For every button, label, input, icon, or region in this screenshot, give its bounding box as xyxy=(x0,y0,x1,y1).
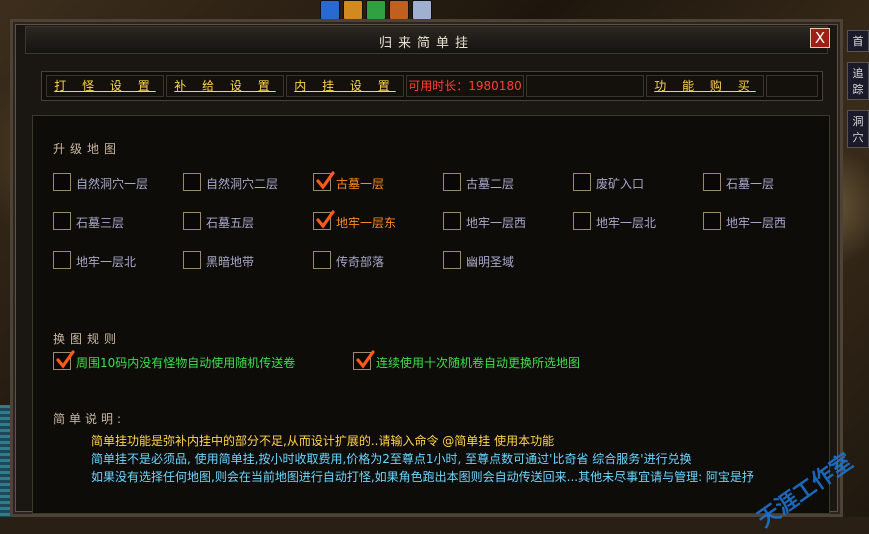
map-checkbox[interactable] xyxy=(443,251,461,269)
map-checkbox[interactable] xyxy=(573,173,591,191)
map-label[interactable]: 地牢一层北 xyxy=(596,214,656,231)
map-rules-title: 换图规则 xyxy=(53,332,122,346)
description-line-1: 简单挂功能是弥补内挂中的部分不足,从而设计扩展的..请输入命令 @简单挂 使用本… xyxy=(91,434,555,448)
rule-checkbox[interactable] xyxy=(353,350,375,370)
tab-bar: 打 怪 设 置 补 给 设 置 内 挂 设 置 可用时长：1980180 功 能… xyxy=(41,71,823,101)
map-label[interactable]: 自然洞穴二层 xyxy=(206,175,278,192)
rule-checkbox[interactable] xyxy=(53,350,75,370)
skill-icon-3[interactable] xyxy=(366,0,386,20)
hud-label-3: 洞穴 xyxy=(847,110,869,148)
map-checkbox[interactable] xyxy=(573,212,591,230)
map-label[interactable]: 黑暗地带 xyxy=(206,253,254,270)
checkmark-icon xyxy=(316,210,335,229)
tab-empty-2 xyxy=(766,75,818,97)
map-checkbox[interactable] xyxy=(313,251,331,269)
map-label[interactable]: 地牢一层西 xyxy=(726,214,786,231)
map-checkbox[interactable] xyxy=(443,212,461,230)
map-label[interactable]: 幽明圣域 xyxy=(466,253,514,270)
skill-icon-1[interactable] xyxy=(320,0,340,20)
map-label[interactable]: 石墓三层 xyxy=(76,214,124,231)
simple-hang-window: 归来简单挂 X 打 怪 设 置 补 给 设 置 内 挂 设 置 可用时长：198… xyxy=(10,19,843,517)
map-checkbox[interactable] xyxy=(313,171,335,191)
tab-internal-hang-settings[interactable]: 内 挂 设 置 xyxy=(286,75,404,97)
checkmark-icon xyxy=(316,171,335,190)
description-title: 简单说明: xyxy=(53,412,126,426)
checkmark-icon xyxy=(356,350,375,369)
map-label[interactable]: 古墓一层 xyxy=(336,175,384,192)
hud-label-2: 追踪 xyxy=(847,62,869,100)
map-label[interactable]: 地牢一层西 xyxy=(466,214,526,231)
tab-empty-1 xyxy=(526,75,644,97)
skill-icon-2[interactable] xyxy=(343,0,363,20)
skill-icon-4[interactable] xyxy=(389,0,409,20)
window-title: 归来简单挂 xyxy=(378,36,474,51)
map-label[interactable]: 古墓二层 xyxy=(466,175,514,192)
map-checkbox[interactable] xyxy=(53,212,71,230)
map-label[interactable]: 传奇部落 xyxy=(336,253,384,270)
map-checkbox[interactable] xyxy=(313,210,335,230)
description-line-2: 简单挂不是必须品, 使用简单挂,按小时收取费用,价格为2至尊点1小时, 至尊点数… xyxy=(91,452,692,466)
map-checkbox[interactable] xyxy=(53,173,71,191)
map-checkbox[interactable] xyxy=(183,251,201,269)
map-checkbox[interactable] xyxy=(703,212,721,230)
map-label[interactable]: 废矿入口 xyxy=(596,175,644,192)
map-label[interactable]: 地牢一层北 xyxy=(76,253,136,270)
tab-supply-settings[interactable]: 补 给 设 置 xyxy=(166,75,284,97)
skill-icon-5[interactable] xyxy=(412,0,432,20)
map-label[interactable]: 自然洞穴一层 xyxy=(76,175,148,192)
checkmark-icon xyxy=(56,350,75,369)
title-bar[interactable]: 归来简单挂 X xyxy=(25,26,830,54)
map-label[interactable]: 地牢一层东 xyxy=(336,214,396,231)
skill-bar xyxy=(320,0,432,20)
rule-label[interactable]: 周围10码内没有怪物自动使用随机传送卷 xyxy=(76,354,295,371)
map-label[interactable]: 石墓一层 xyxy=(726,175,774,192)
settings-panel: 升级地图 自然洞穴一层 自然洞穴二层 古墓一层 古墓二层 废矿入口 石墓一层石墓三层 石墓五… xyxy=(32,115,830,514)
rule-label[interactable]: 连续使用十次随机卷自动更换所选地图 xyxy=(376,354,580,371)
hud-label-1: 首 xyxy=(847,30,869,52)
right-side-hud: 首 追踪 洞穴 xyxy=(847,30,869,230)
map-checkbox[interactable] xyxy=(53,251,71,269)
map-checkbox[interactable] xyxy=(183,212,201,230)
available-time: 可用时长：1980180 xyxy=(406,75,524,97)
map-checkbox[interactable] xyxy=(183,173,201,191)
description-line-3: 如果没有选择任何地图,则会在当前地图进行自动打怪,如果角色跑出本图则会自动传送回… xyxy=(91,470,754,484)
map-label[interactable]: 石墓五层 xyxy=(206,214,254,231)
map-checkbox[interactable] xyxy=(443,173,461,191)
tab-feature-purchase[interactable]: 功 能 购 买 xyxy=(646,75,764,97)
upgrade-maps-title: 升级地图 xyxy=(53,142,122,156)
map-checkbox[interactable] xyxy=(703,173,721,191)
close-button[interactable]: X xyxy=(810,28,830,48)
tab-monster-settings[interactable]: 打 怪 设 置 xyxy=(46,75,164,97)
